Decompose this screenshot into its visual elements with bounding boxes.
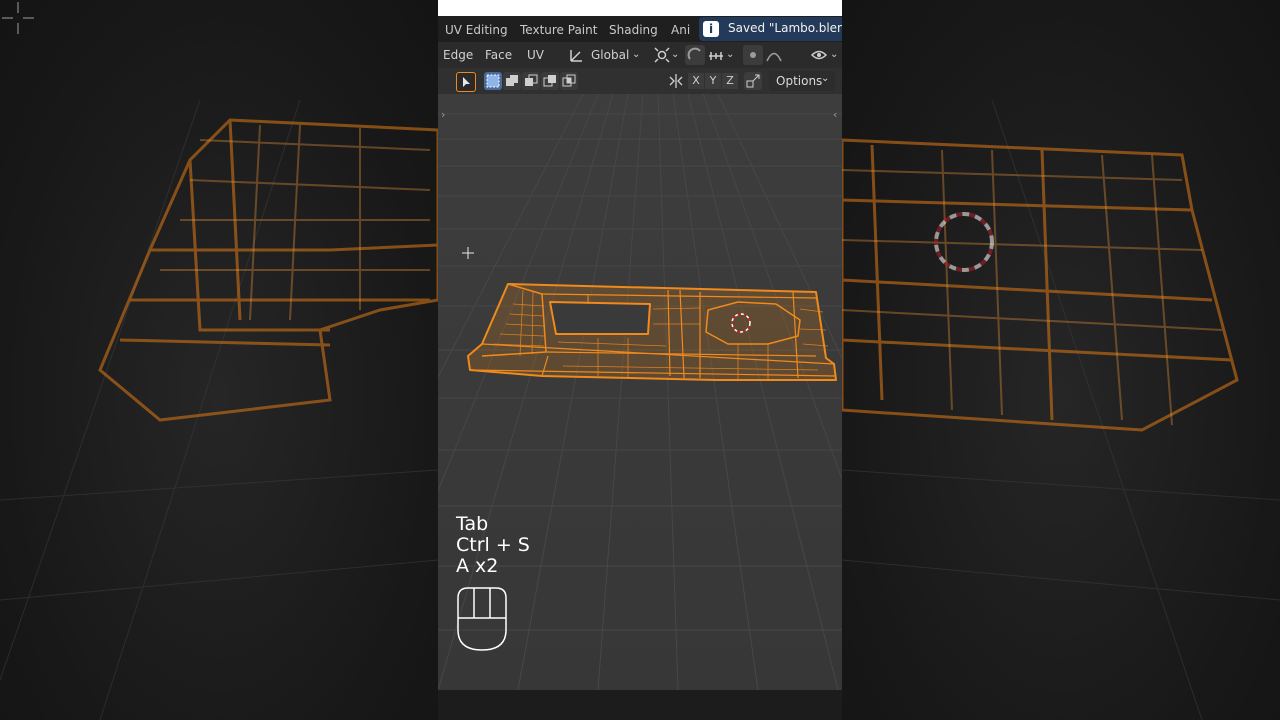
keystroke-line: Ctrl + S xyxy=(456,534,530,556)
tool-header: X Y Z Options ⌄ xyxy=(438,68,842,94)
mirror-axis-z[interactable]: Z xyxy=(722,73,738,89)
keystroke-line: Tab xyxy=(456,513,489,535)
transform-orientation-icon xyxy=(570,50,582,62)
notification-text: Saved "Lambo.blend" xyxy=(728,21,842,35)
background-left-blur xyxy=(0,0,438,720)
sidebar-expand-icon[interactable]: ‹ xyxy=(833,108,837,121)
blender-window: UV Editing Texture Paint Shading Ani i S… xyxy=(438,0,842,720)
select-intersect-icon xyxy=(562,74,576,87)
save-notification: i Saved "Lambo.blend" xyxy=(699,17,842,41)
proportional-edit-icon xyxy=(750,52,756,58)
editor-header: Edge Face UV Global ⌄ ⌄ ⌄ ⌄ xyxy=(438,42,842,68)
falloff-curve-icon[interactable] xyxy=(765,46,783,64)
chevron-down-icon[interactable]: ⌄ xyxy=(671,49,679,60)
options-label: Options xyxy=(776,74,823,88)
tab-texture-paint[interactable]: Texture Paint xyxy=(520,23,597,37)
keystroke-overlay: Tab Ctrl + S A x2 xyxy=(456,514,530,577)
select-mode-invert-button[interactable] xyxy=(541,72,559,90)
cursor-arrow-icon xyxy=(463,77,470,87)
pivot-icon[interactable] xyxy=(653,46,671,64)
keystroke-line: A x2 xyxy=(456,555,499,577)
chevron-down-icon[interactable]: ⌄ xyxy=(632,49,640,60)
mirror-icon[interactable] xyxy=(668,73,684,89)
selected-mesh-wireframe xyxy=(467,283,837,381)
proportional-edit-toggle[interactable] xyxy=(743,45,763,65)
crosshair-cursor-icon xyxy=(2,2,34,34)
magnet-icon xyxy=(687,47,701,60)
chevron-down-icon[interactable]: ⌄ xyxy=(830,49,838,60)
menu-edge[interactable]: Edge xyxy=(443,48,473,62)
tab-uv-editing[interactable]: UV Editing xyxy=(445,23,508,37)
select-invert-icon xyxy=(543,75,556,87)
transform-affect-icon xyxy=(746,74,760,88)
chevron-down-icon: ⌄ xyxy=(821,73,830,84)
background-right-mesh xyxy=(842,99,1280,720)
background-left-mesh xyxy=(0,99,438,720)
snap-toggle[interactable] xyxy=(685,45,705,65)
select-subtract-icon xyxy=(525,74,538,86)
mirror-axis-y[interactable]: Y xyxy=(705,73,721,89)
select-extend-icon xyxy=(506,75,518,86)
select-new-icon xyxy=(486,74,500,88)
select-mode-extend-button[interactable] xyxy=(503,72,521,90)
status-bar xyxy=(438,690,842,720)
tab-shading[interactable]: Shading xyxy=(609,23,658,37)
tab-animation[interactable]: Ani xyxy=(671,23,690,37)
mirror-axis-x[interactable]: X xyxy=(688,73,704,89)
overlay-eye-icon[interactable] xyxy=(810,46,828,64)
info-icon: i xyxy=(703,21,719,37)
options-dropdown[interactable]: Options ⌄ xyxy=(769,71,835,91)
menu-face[interactable]: Face xyxy=(485,48,512,62)
top-white-strip xyxy=(438,0,842,16)
chevron-down-icon[interactable]: ⌄ xyxy=(726,49,734,60)
menu-uv[interactable]: UV xyxy=(527,48,544,62)
mouse-icon xyxy=(457,587,507,651)
background-right-blur xyxy=(842,0,1280,720)
toolbar-expand-icon[interactable]: › xyxy=(441,108,445,121)
select-mode-new-button[interactable] xyxy=(484,72,502,90)
select-mode-subtract-button[interactable] xyxy=(522,72,540,90)
select-tool-button[interactable] xyxy=(456,72,476,92)
select-mode-intersect-button[interactable] xyxy=(560,72,578,90)
snap-target-icon[interactable] xyxy=(707,46,725,64)
transform-affect-button[interactable] xyxy=(744,72,762,90)
transform-orientation-select[interactable]: Global xyxy=(591,48,629,62)
